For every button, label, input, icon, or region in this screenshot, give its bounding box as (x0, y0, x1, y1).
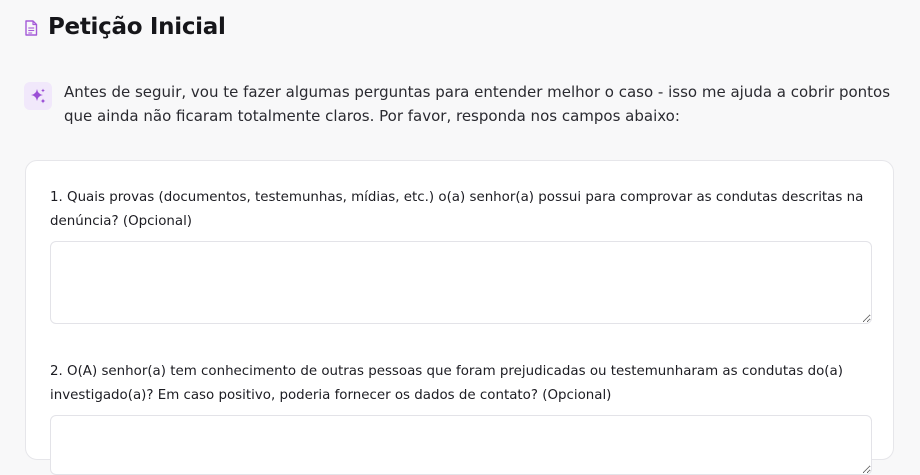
page-header: Petição Inicial (24, 14, 226, 40)
assistant-intro: Antes de seguir, vou te fazer algumas pe… (24, 80, 904, 128)
sparkle-icon (24, 82, 52, 110)
question-1-label: 1. Quais provas (documentos, testemunhas… (50, 190, 864, 229)
question-1-answer-input[interactable] (50, 241, 872, 324)
question-2-answer-input[interactable] (50, 415, 872, 475)
document-icon (25, 20, 38, 36)
page-title: Petição Inicial (48, 14, 226, 40)
questions-card: 1. Quais provas (documentos, testemunhas… (25, 160, 894, 475)
intro-text: Antes de seguir, vou te fazer algumas pe… (64, 83, 891, 125)
question-2-label: 2. O(A) senhor(a) tem conhecimento de ou… (50, 364, 843, 403)
